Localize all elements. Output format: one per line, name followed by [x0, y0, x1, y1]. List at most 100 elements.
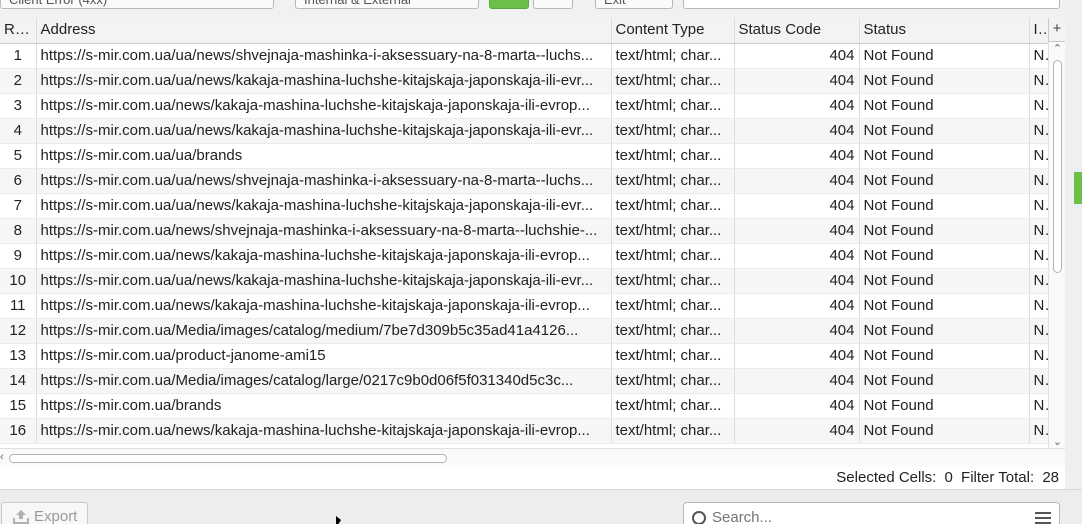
table-cell[interactable]: 10: [0, 268, 37, 294]
table-cell[interactable]: 11: [0, 293, 37, 319]
grid-view-toggle[interactable]: [533, 0, 573, 9]
table-cell[interactable]: Not Found: [859, 268, 1030, 294]
table-cell[interactable]: Non-Indexable: [1029, 243, 1048, 269]
table-cell[interactable]: Non-Indexable: [1029, 168, 1048, 194]
response-filter-dropdown[interactable]: Client Error (4xx): [0, 0, 274, 9]
vertical-scrollbar[interactable]: ⌃ ⌄: [1048, 42, 1065, 448]
table-cell[interactable]: Non-Indexable: [1029, 293, 1048, 319]
table-cell[interactable]: 404: [734, 93, 860, 119]
table-cell[interactable]: 404: [734, 68, 860, 94]
table-cell[interactable]: https://s-mir.com.ua/ua/news/kakaja-mash…: [36, 193, 612, 219]
table-cell[interactable]: Not Found: [859, 393, 1030, 419]
table-row[interactable]: 13 https://s-mir.com.ua/product-janome-am…: [0, 343, 1048, 369]
export-button[interactable]: Export: [1, 502, 88, 524]
table-cell[interactable]: https://s-mir.com.ua/news/kakaja-mashina…: [36, 243, 612, 269]
table-cell[interactable]: Not Found: [859, 418, 1030, 444]
table-cell[interactable]: 3: [0, 93, 37, 119]
table-row[interactable]: 8 https://s-mir.com.ua/news/shvejnaja-mas…: [0, 218, 1048, 244]
table-cell[interactable]: https://s-mir.com.ua/news/kakaja-mashina…: [36, 93, 612, 119]
table-row[interactable]: 1 https://s-mir.com.ua/ua/news/shvejnaja-…: [0, 43, 1048, 69]
table-cell[interactable]: Non-Indexable: [1029, 193, 1048, 219]
table-cell[interactable]: Not Found: [859, 118, 1030, 144]
table-cell[interactable]: 404: [734, 168, 860, 194]
scroll-up-icon[interactable]: ⌃: [1049, 42, 1066, 55]
table-cell[interactable]: https://s-mir.com.ua/ua/news/kakaja-mash…: [36, 68, 612, 94]
table-cell[interactable]: 404: [734, 368, 860, 394]
horizontal-scroll-thumb[interactable]: [9, 454, 447, 463]
table-cell[interactable]: Non-Indexable: [1029, 68, 1048, 94]
table-cell[interactable]: text/html; char...: [611, 243, 735, 269]
table-cell[interactable]: text/html; char...: [611, 318, 735, 344]
table-cell[interactable]: Not Found: [859, 143, 1030, 169]
column-header[interactable]: Content Type: [611, 18, 735, 44]
table-cell[interactable]: 2: [0, 68, 37, 94]
table-cell[interactable]: text/html; char...: [611, 368, 735, 394]
table-cell[interactable]: text/html; char...: [611, 118, 735, 144]
table-cell[interactable]: text/html; char...: [611, 268, 735, 294]
table-cell[interactable]: 1: [0, 43, 37, 69]
table-cell[interactable]: https://s-mir.com.ua/news/kakaja-mashina…: [36, 418, 612, 444]
table-row[interactable]: 14 https://s-mir.com.ua/Media/images/cata…: [0, 368, 1048, 394]
table-cell[interactable]: https://s-mir.com.ua/ua/news/kakaja-mash…: [36, 268, 612, 294]
table-cell[interactable]: https://s-mir.com.ua/news/shvejnaja-mash…: [36, 218, 612, 244]
table-row[interactable]: 4 https://s-mir.com.ua/ua/news/kakaja-mas…: [0, 118, 1048, 144]
column-header[interactable]: Address: [36, 18, 612, 44]
table-cell[interactable]: 8: [0, 218, 37, 244]
column-header[interactable]: Indexability: [1029, 18, 1048, 44]
table-cell[interactable]: Non-Indexable: [1029, 218, 1048, 244]
table-cell[interactable]: Non-Indexable: [1029, 118, 1048, 144]
table-cell[interactable]: https://s-mir.com.ua/product-janome-ami1…: [36, 343, 612, 369]
column-header[interactable]: Row: [0, 18, 37, 44]
table-row[interactable]: 16 https://s-mir.com.ua/news/kakaja-mashi…: [0, 418, 1048, 444]
table-cell[interactable]: 404: [734, 243, 860, 269]
table-cell[interactable]: 404: [734, 343, 860, 369]
table-cell[interactable]: 6: [0, 168, 37, 194]
scroll-down-icon[interactable]: ⌄: [1049, 435, 1066, 448]
table-cell[interactable]: text/html; char...: [611, 418, 735, 444]
table-row[interactable]: 9 https://s-mir.com.ua/news/kakaja-mashin…: [0, 243, 1048, 269]
table-cell[interactable]: text/html; char...: [611, 218, 735, 244]
table-cell[interactable]: 15: [0, 393, 37, 419]
filter-sliders-icon[interactable]: [1035, 512, 1051, 524]
horizontal-scrollbar[interactable]: ‹: [0, 448, 1065, 467]
table-cell[interactable]: Not Found: [859, 343, 1030, 369]
table-cell[interactable]: Not Found: [859, 368, 1030, 394]
table-cell[interactable]: 4: [0, 118, 37, 144]
table-cell[interactable]: 16: [0, 418, 37, 444]
table-cell[interactable]: https://s-mir.com.ua/ua/brands: [36, 143, 612, 169]
scope-dropdown[interactable]: Internal & External: [295, 0, 479, 9]
table-row[interactable]: 10 https://s-mir.com.ua/ua/news/kakaja-ma…: [0, 268, 1048, 294]
table-cell[interactable]: Non-Indexable: [1029, 93, 1048, 119]
table-cell[interactable]: Not Found: [859, 318, 1030, 344]
table-cell[interactable]: Not Found: [859, 93, 1030, 119]
table-cell[interactable]: Not Found: [859, 43, 1030, 69]
bottom-search-box[interactable]: [683, 502, 1060, 524]
table-cell[interactable]: Non-Indexable: [1029, 418, 1048, 444]
table-cell[interactable]: 404: [734, 318, 860, 344]
export-top-button[interactable]: Exit: [595, 0, 673, 9]
table-cell[interactable]: text/html; char...: [611, 43, 735, 69]
table-cell[interactable]: 13: [0, 343, 37, 369]
table-cell[interactable]: Not Found: [859, 243, 1030, 269]
table-cell[interactable]: Non-Indexable: [1029, 268, 1048, 294]
table-cell[interactable]: 404: [734, 43, 860, 69]
table-cell[interactable]: 5: [0, 143, 37, 169]
table-cell[interactable]: Non-Indexable: [1029, 343, 1048, 369]
table-cell[interactable]: 404: [734, 118, 860, 144]
table-cell[interactable]: Non-Indexable: [1029, 318, 1048, 344]
table-cell[interactable]: https://s-mir.com.ua/Media/images/catalo…: [36, 318, 612, 344]
table-cell[interactable]: 404: [734, 418, 860, 444]
table-cell[interactable]: https://s-mir.com.ua/Media/images/catalo…: [36, 368, 612, 394]
top-search-input[interactable]: [683, 0, 1060, 9]
table-row[interactable]: 5 https://s-mir.com.ua/ua/brands text/html…: [0, 143, 1048, 169]
table-row[interactable]: 11 https://s-mir.com.ua/news/kakaja-mashi…: [0, 293, 1048, 319]
table-row[interactable]: 3 https://s-mir.com.ua/news/kakaja-mashin…: [0, 93, 1048, 119]
table-cell[interactable]: Not Found: [859, 293, 1030, 319]
column-header[interactable]: Status Code: [734, 18, 860, 44]
tree-view-toggle[interactable]: [489, 0, 529, 9]
table-cell[interactable]: 404: [734, 293, 860, 319]
table-cell[interactable]: Not Found: [859, 68, 1030, 94]
table-cell[interactable]: 12: [0, 318, 37, 344]
table-row[interactable]: 7 https://s-mir.com.ua/ua/news/kakaja-mas…: [0, 193, 1048, 219]
table-cell[interactable]: https://s-mir.com.ua/ua/news/shvejnaja-m…: [36, 43, 612, 69]
